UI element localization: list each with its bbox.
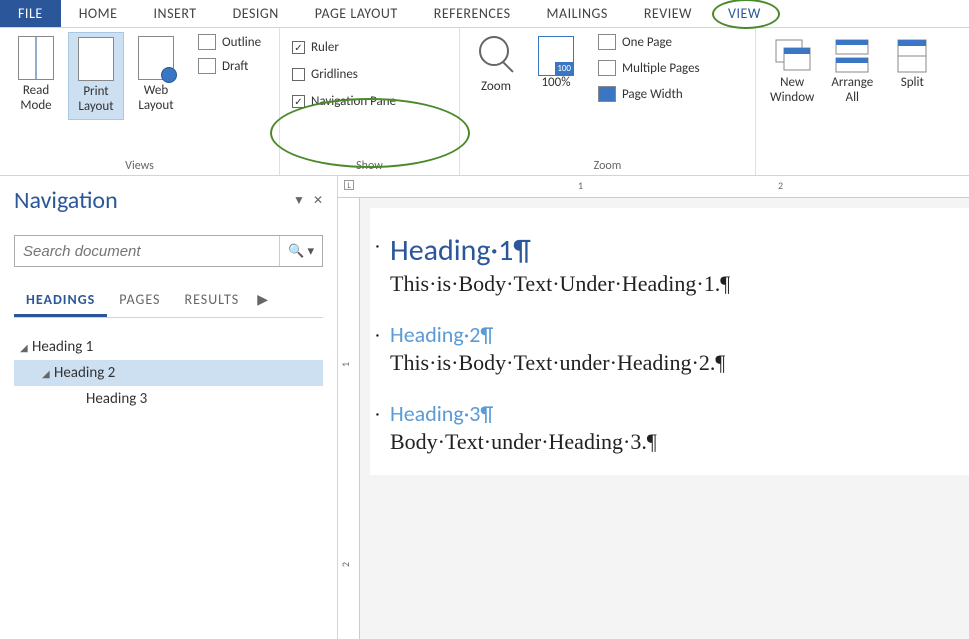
hundred-icon: 100 [538,36,574,76]
navigation-pane-checkbox[interactable]: ✓ Navigation Pane [288,92,400,111]
horizontal-ruler[interactable]: L 1 2 [338,176,969,198]
nav-tab-results[interactable]: RESULTS [172,285,251,317]
group-show-label: Show [288,155,451,173]
arrange-all-icon [832,36,872,76]
document-page[interactable]: Heading·1¶ This·is·Body·Text·Under·Headi… [370,208,969,475]
nav-dropdown-icon[interactable]: ▼ [293,193,305,208]
caret-down-icon: ◢ [42,367,54,380]
document-area: L 1 2 1 2 Heading·1¶ This·is·Body·Text·U… [338,176,969,639]
tab-home[interactable]: HOME [61,0,136,27]
body-area: Navigation ▼ ✕ 🔍 ▾ HEADINGS PAGES RESULT… [0,176,969,639]
tab-file[interactable]: FILE [0,0,61,27]
group-views-label: Views [8,155,271,173]
ribbon-tabs: FILE HOME INSERT DESIGN PAGE LAYOUT REFE… [0,0,969,28]
tab-page-layout[interactable]: PAGE LAYOUT [297,0,416,27]
nav-close-icon[interactable]: ✕ [313,193,323,208]
group-show: ✓ Ruler Gridlines ✓ Navigation Pane Show [280,28,460,175]
vertical-ruler[interactable]: 1 2 [338,198,360,639]
gridlines-checkbox[interactable]: Gridlines [288,65,362,84]
group-window: New Window Arrange All Split [756,28,969,175]
ribbon: Read Mode Print Layout Web Layout Outlin… [0,28,969,176]
ruler-checkbox[interactable]: ✓ Ruler [288,38,343,57]
tab-view[interactable]: VIEW [710,0,779,27]
caret-down-icon: ◢ [20,341,32,354]
navigation-pane: Navigation ▼ ✕ 🔍 ▾ HEADINGS PAGES RESULT… [0,176,338,639]
outline-button[interactable]: Outline [194,32,265,52]
split-button[interactable]: Split [884,32,940,95]
doc-heading-2[interactable]: Heading·2¶ [390,321,949,348]
tree-item-h2[interactable]: ◢ Heading 2 [14,360,323,386]
search-icon[interactable]: 🔍 ▾ [279,236,322,266]
print-layout-icon [78,37,114,81]
print-layout-button[interactable]: Print Layout [68,32,124,120]
doc-heading-3[interactable]: Heading·3¶ [390,400,949,427]
navigation-title: Navigation [14,186,118,215]
web-layout-button[interactable]: Web Layout [128,32,184,118]
zoom-button[interactable]: Zoom [468,32,524,99]
nav-tab-pages[interactable]: PAGES [107,285,172,317]
draft-icon [198,58,216,74]
headings-tree: ◢ Heading 1 ◢ Heading 2 Heading 3 [14,334,323,412]
read-mode-icon [18,36,54,80]
hundred-percent-button[interactable]: 100 100% [528,32,584,95]
tab-design[interactable]: DESIGN [215,0,297,27]
nav-tabs: HEADINGS PAGES RESULTS ▶ [14,285,323,318]
tab-review[interactable]: REVIEW [626,0,710,27]
multiple-pages-icon [598,60,616,76]
group-zoom-label: Zoom [468,155,747,173]
one-page-button[interactable]: One Page [594,32,704,52]
doc-body-2[interactable]: This·is·Body·Text·under·Heading·2.¶ [390,350,949,376]
tab-mailings[interactable]: MAILINGS [529,0,626,27]
web-layout-icon [138,36,174,80]
one-page-icon [598,34,616,50]
outline-icon [198,34,216,50]
tab-references[interactable]: REFERENCES [416,0,529,27]
checkbox-checked-icon: ✓ [292,95,305,108]
group-zoom: Zoom 100 100% One Page Multiple Pages Pa… [460,28,756,175]
group-views: Read Mode Print Layout Web Layout Outlin… [0,28,280,175]
doc-body-3[interactable]: Body·Text·under·Heading·3.¶ [390,429,949,455]
doc-heading-1[interactable]: Heading·1¶ [390,232,949,269]
draft-button[interactable]: Draft [194,56,265,76]
doc-body-1[interactable]: This·is·Body·Text·Under·Heading·1.¶ [390,271,949,297]
zoom-icon [479,36,513,70]
multiple-pages-button[interactable]: Multiple Pages [594,58,704,78]
tab-insert[interactable]: INSERT [136,0,215,27]
search-box[interactable]: 🔍 ▾ [14,235,323,267]
new-window-icon [772,36,812,76]
new-window-button[interactable]: New Window [764,32,820,110]
nav-tab-more[interactable]: ▶ [251,285,275,317]
tree-item-h3[interactable]: Heading 3 [14,386,323,412]
nav-tab-headings[interactable]: HEADINGS [14,285,107,317]
page-width-icon [598,86,616,102]
arrange-all-button[interactable]: Arrange All [824,32,880,110]
page-width-button[interactable]: Page Width [594,84,704,104]
checkbox-checked-icon: ✓ [292,41,305,54]
search-input[interactable] [15,243,279,260]
tree-item-h1[interactable]: ◢ Heading 1 [14,334,323,360]
split-icon [892,36,932,76]
checkbox-unchecked-icon [292,68,305,81]
read-mode-button[interactable]: Read Mode [8,32,64,118]
